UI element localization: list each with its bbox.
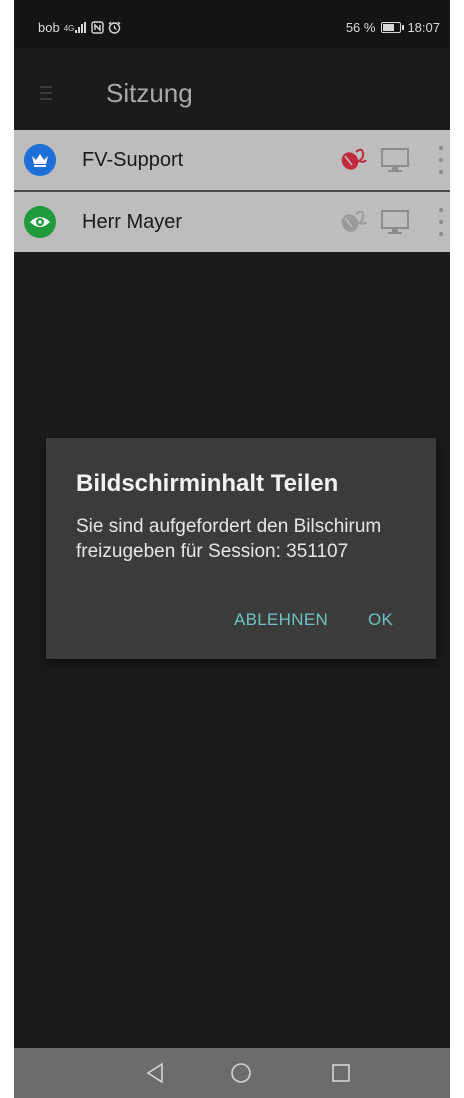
remote-control-mouse-icon[interactable] [338, 146, 368, 177]
app-toolbar: Sitzung [14, 48, 450, 128]
network-type: 4G [63, 24, 75, 33]
system-navigation-bar [14, 1048, 450, 1098]
alarm-icon [108, 21, 121, 34]
more-options-icon[interactable] [436, 146, 446, 174]
status-left: bob 4G [38, 20, 121, 35]
nfc-icon [91, 21, 105, 34]
clock: 18:07 [407, 20, 440, 35]
phone-screen: bob 4G 56 % 18:07 Sitzung FV-Support Her… [14, 0, 450, 1098]
battery-icon [381, 22, 405, 33]
back-icon[interactable] [142, 1060, 168, 1086]
participant-row[interactable]: Herr Mayer [14, 192, 450, 252]
page-title: Sitzung [106, 78, 193, 108]
crown-icon [24, 144, 56, 176]
signal-icon: 4G [64, 22, 88, 33]
battery-fill [383, 24, 394, 31]
share-screen-dialog: Bildschirminhalt Teilen Sie sind aufgefo… [46, 438, 436, 659]
recents-icon[interactable] [328, 1060, 354, 1086]
monitor-icon[interactable] [380, 146, 410, 179]
status-right: 56 % 18:07 [346, 20, 440, 35]
remote-control-mouse-icon[interactable] [338, 208, 368, 239]
decline-button[interactable]: ABLEHNEN [234, 610, 328, 630]
battery-percent: 56 % [345, 20, 376, 35]
more-options-icon[interactable] [436, 208, 446, 236]
dialog-title: Bildschirminhalt Teilen [76, 470, 339, 497]
participant-name: FV-Support [82, 149, 184, 171]
ok-button[interactable]: OK [368, 610, 393, 630]
carrier-name: bob [38, 20, 60, 35]
home-icon[interactable] [228, 1060, 254, 1086]
signal-bars-icon [75, 22, 87, 33]
eye-icon [24, 206, 56, 238]
participant-row[interactable]: FV-Support [14, 130, 450, 190]
monitor-icon[interactable] [380, 208, 410, 241]
dialog-message: Sie sind aufgefordert den Bilschirum fre… [76, 516, 382, 562]
menu-icon[interactable] [40, 86, 52, 100]
status-bar: bob 4G 56 % 18:07 [14, 0, 450, 48]
participant-name: Herr Mayer [82, 211, 183, 233]
